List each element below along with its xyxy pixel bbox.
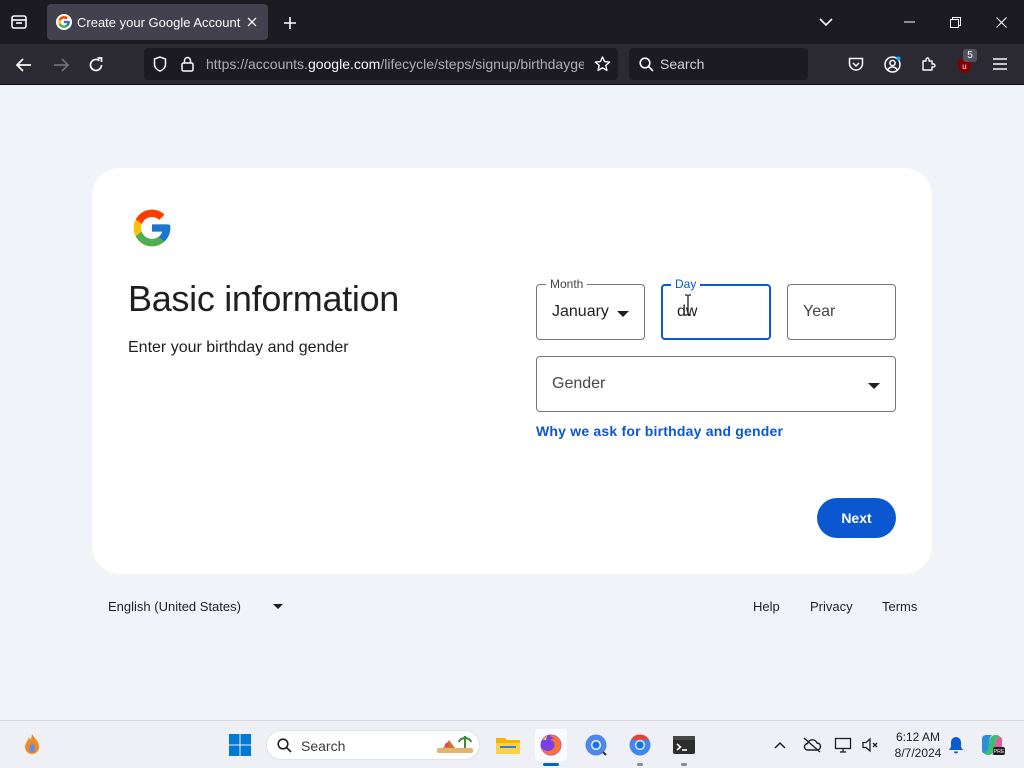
language-label: English (United States): [108, 599, 241, 614]
tab-list-chevron-icon[interactable]: [816, 13, 836, 31]
page-title: Basic information: [128, 278, 400, 319]
dropdown-arrow-icon: [868, 383, 880, 389]
tab-close-icon[interactable]: [243, 13, 261, 31]
google-logo: [130, 206, 174, 250]
volume-muted-icon[interactable]: [859, 735, 881, 755]
text-cursor-icon: [683, 294, 693, 316]
chrome-icon[interactable]: [580, 729, 612, 761]
search-icon: [638, 56, 654, 72]
next-button[interactable]: Next: [817, 498, 896, 538]
svg-text:u: u: [962, 62, 966, 71]
dropdown-arrow-icon: [272, 604, 283, 609]
year-input[interactable]: Year: [787, 284, 896, 340]
why-we-ask-link[interactable]: Why we ask for birthday and gender: [536, 423, 783, 439]
copilot-icon[interactable]: PRE: [978, 732, 1006, 758]
gender-placeholder: Gender: [552, 375, 606, 392]
url-text[interactable]: https://accounts.google.com/lifecycle/st…: [206, 56, 584, 72]
menu-icon[interactable]: [990, 54, 1010, 74]
browser-tab[interactable]: Create your Google Account: [47, 4, 268, 40]
reload-icon[interactable]: [85, 54, 107, 76]
system-clock[interactable]: 6:12 AM 8/7/2024: [888, 729, 948, 761]
pocket-icon[interactable]: [846, 54, 866, 74]
terms-link[interactable]: Terms: [882, 599, 917, 614]
forward-arrow-icon[interactable]: [50, 54, 72, 76]
taskbar-search-placeholder: Search: [301, 738, 346, 754]
notification-bell-icon[interactable]: [946, 735, 966, 755]
bookmark-star-icon[interactable]: [592, 54, 612, 74]
browser-search-placeholder: Search: [660, 56, 705, 72]
search-highlight-icon: [435, 734, 475, 761]
cloud-offline-icon[interactable]: [801, 735, 823, 755]
active-app-indicator: [543, 763, 559, 766]
language-selector[interactable]: English (United States): [108, 599, 283, 614]
firefox-view-icon[interactable]: [9, 12, 29, 32]
taskbar-search[interactable]: Search: [266, 730, 480, 760]
browser-search-box[interactable]: Search: [629, 48, 808, 80]
page-subtitle: Enter your birthday and gender: [128, 339, 349, 356]
firefox-icon[interactable]: [535, 729, 567, 766]
window-close-icon[interactable]: [990, 12, 1012, 32]
windows-taskbar: Search 6:12 AM 8/7/2024 PRE: [0, 720, 1024, 768]
svg-text:PRE: PRE: [993, 749, 1005, 755]
open-app-indicator: [637, 763, 643, 766]
url-prefix: https://accounts.: [206, 56, 308, 72]
day-input[interactable]: Day dw: [661, 277, 771, 340]
clock-date: 8/7/2024: [894, 746, 942, 760]
help-link[interactable]: Help: [753, 599, 780, 614]
url-path: /lifecycle/steps/signup/birthdaygender: [380, 56, 584, 72]
extension-badge: 5: [963, 49, 977, 62]
widgets-icon[interactable]: [16, 729, 48, 761]
account-icon[interactable]: [882, 54, 902, 74]
month-select[interactable]: Month January: [536, 277, 645, 340]
restore-icon[interactable]: [944, 12, 966, 32]
new-tab-icon[interactable]: [280, 13, 300, 33]
dropdown-arrow-icon: [617, 311, 629, 317]
extensions-icon[interactable]: [918, 54, 938, 74]
month-value: January: [552, 303, 609, 320]
back-arrow-icon[interactable]: [13, 54, 35, 76]
tab-title: Create your Google Account: [77, 15, 241, 30]
privacy-link[interactable]: Privacy: [810, 599, 853, 614]
browser-tab-bar: Create your Google Account: [0, 0, 1024, 44]
signup-card: Basic information Enter your birthday an…: [92, 168, 932, 574]
chevron-up-icon[interactable]: [771, 736, 789, 754]
file-explorer-icon[interactable]: [492, 729, 524, 761]
windows-start-icon[interactable]: [224, 729, 256, 761]
minimize-icon[interactable]: [898, 12, 920, 32]
day-label: Day: [671, 277, 701, 291]
year-placeholder: Year: [803, 303, 836, 320]
page-content: Basic information Enter your birthday an…: [0, 85, 1024, 720]
url-host: google.com: [307, 56, 381, 72]
address-bar[interactable]: https://accounts.google.com/lifecycle/st…: [144, 48, 618, 80]
browser-toolbar: https://accounts.google.com/lifecycle/st…: [0, 44, 1024, 85]
open-app-indicator: [681, 763, 687, 766]
search-icon: [277, 738, 292, 758]
clock-time: 6:12 AM: [895, 730, 941, 744]
shield-icon[interactable]: [151, 55, 169, 73]
gender-select[interactable]: Gender: [536, 356, 896, 412]
google-favicon: [56, 14, 72, 30]
terminal-icon[interactable]: [668, 729, 700, 766]
month-label: Month: [546, 277, 588, 291]
network-icon[interactable]: [833, 735, 855, 755]
lock-icon[interactable]: [178, 55, 196, 73]
chrome-icon[interactable]: [624, 729, 656, 766]
